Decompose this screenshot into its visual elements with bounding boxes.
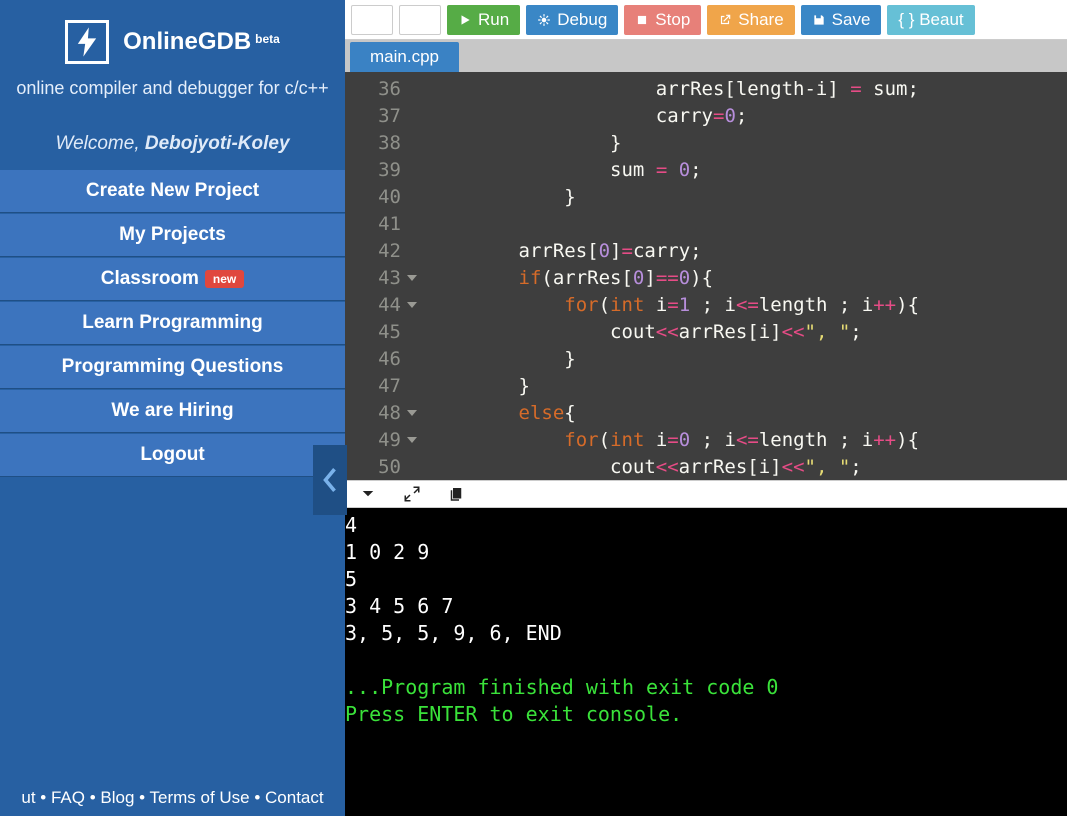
line-number: 43 [345, 265, 401, 292]
line-number: 47 [345, 373, 401, 400]
sidebar: OnlineGDB beta online compiler and debugg… [0, 0, 345, 816]
code-line[interactable]: } [427, 184, 1067, 211]
nav-item-logout[interactable]: Logout [0, 433, 345, 477]
code-line[interactable] [427, 211, 1067, 238]
code-line[interactable]: arrRes[length-i] = sum; [427, 76, 1067, 103]
nav-item-create-new-project[interactable]: Create New Project [0, 169, 345, 213]
chevron-down-icon[interactable] [359, 485, 377, 503]
new-file-button[interactable] [351, 5, 393, 35]
code-line[interactable]: } [427, 130, 1067, 157]
beta-label: beta [255, 32, 280, 46]
line-number: 49 [345, 427, 401, 454]
copy-icon[interactable] [447, 485, 465, 503]
line-number: 48 [345, 400, 401, 427]
code-line[interactable]: for(int i=1 ; i<=length ; i++){ [427, 292, 1067, 319]
code-line[interactable]: } [427, 373, 1067, 400]
tabbar: main.cpp [345, 40, 1067, 72]
line-number: 38 [345, 130, 401, 157]
line-number: 42 [345, 238, 401, 265]
collapse-sidebar-button[interactable] [313, 445, 347, 515]
nav-item-programming-questions[interactable]: Programming Questions [0, 345, 345, 389]
line-number: 41 [345, 211, 401, 238]
code-line[interactable]: sum = 0; [427, 157, 1067, 184]
beautify-button[interactable]: { } Beaut [887, 5, 974, 35]
code-line[interactable]: else{ [427, 400, 1067, 427]
line-number: 40 [345, 184, 401, 211]
code-line[interactable]: arrRes[0]=carry; [427, 238, 1067, 265]
line-number: 36 [345, 76, 401, 103]
console-toolbar [345, 480, 1067, 508]
debug-button[interactable]: Debug [526, 5, 618, 35]
logo-icon [65, 20, 109, 64]
run-button[interactable]: Run [447, 5, 520, 35]
upload-button[interactable] [399, 5, 441, 35]
console-output[interactable]: 4 1 0 2 9 5 3 4 5 6 7 3, 5, 5, 9, 6, END… [345, 508, 1067, 816]
main-area: Run Debug Stop Share Save { } Beaut main… [345, 0, 1067, 816]
tab-main-cpp[interactable]: main.cpp [350, 42, 459, 72]
save-button[interactable]: Save [801, 5, 882, 35]
line-number: 50 [345, 454, 401, 480]
nav-item-classroom[interactable]: Classroomnew [0, 257, 345, 301]
toolbar: Run Debug Stop Share Save { } Beaut [345, 0, 1067, 40]
nav-menu: Create New ProjectMy ProjectsClassroomne… [0, 169, 345, 477]
code-line[interactable]: carry=0; [427, 103, 1067, 130]
code-line[interactable]: for(int i=0 ; i<=length ; i++){ [427, 427, 1067, 454]
nav-item-my-projects[interactable]: My Projects [0, 213, 345, 257]
badge-new: new [205, 270, 244, 288]
code-line[interactable]: cout<<arrRes[i]<<", "; [427, 454, 1067, 480]
nav-item-we-are-hiring[interactable]: We are Hiring [0, 389, 345, 433]
console-exit-line: ...Program finished with exit code 0 [345, 675, 778, 699]
line-number: 39 [345, 157, 401, 184]
code-content[interactable]: arrRes[length-i] = sum; carry=0; } sum =… [423, 72, 1067, 480]
footer-links[interactable]: ut • FAQ • Blog • Terms of Use • Contact [0, 780, 345, 816]
nav-item-learn-programming[interactable]: Learn Programming [0, 301, 345, 345]
code-line[interactable]: cout<<arrRes[i]<<", "; [427, 319, 1067, 346]
welcome-text: Welcome, Debojyoti-Koley [0, 133, 345, 155]
line-gutter: 363738394041424344454647484950 [345, 72, 423, 480]
console-prompt-line: Press ENTER to exit console. [345, 702, 682, 726]
logo-area: OnlineGDB beta online compiler and debugg… [0, 0, 345, 111]
expand-icon[interactable] [403, 485, 421, 503]
code-editor[interactable]: 363738394041424344454647484950 arrRes[le… [345, 72, 1067, 480]
code-line[interactable]: } [427, 346, 1067, 373]
line-number: 45 [345, 319, 401, 346]
line-number: 46 [345, 346, 401, 373]
console-text: 4 1 0 2 9 5 3 4 5 6 7 3, 5, 5, 9, 6, END [345, 513, 562, 645]
line-number: 37 [345, 103, 401, 130]
app-title: OnlineGDB [123, 28, 251, 55]
tagline: online compiler and debugger for c/c++ [10, 78, 335, 99]
stop-button[interactable]: Stop [624, 5, 701, 35]
code-line[interactable]: if(arrRes[0]==0){ [427, 265, 1067, 292]
line-number: 44 [345, 292, 401, 319]
share-button[interactable]: Share [707, 5, 794, 35]
